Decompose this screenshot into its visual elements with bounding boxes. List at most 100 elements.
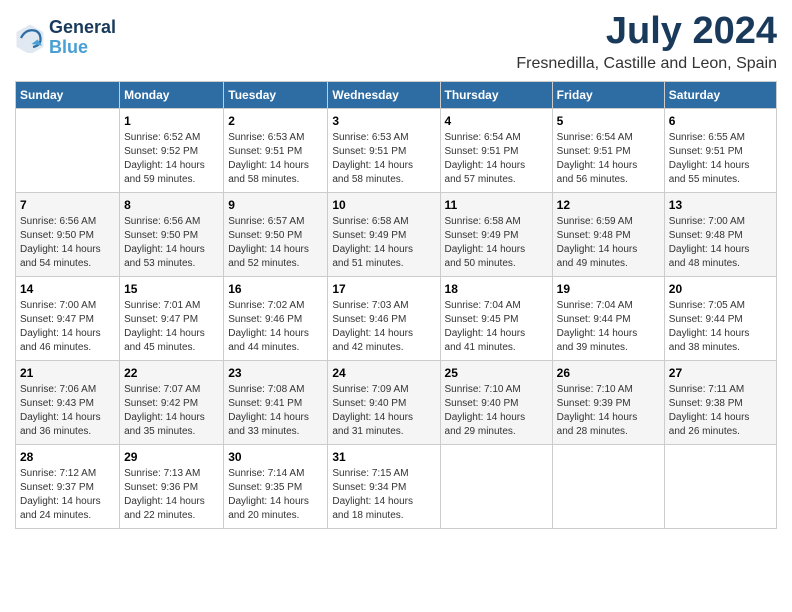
day-number: 23 xyxy=(228,366,323,380)
calendar-cell: 25 Sunrise: 7:10 AM Sunset: 9:40 PM Dayli… xyxy=(440,361,552,445)
day-number: 5 xyxy=(557,114,660,128)
header-wednesday: Wednesday xyxy=(328,82,440,109)
calendar-week-4: 21 Sunrise: 7:06 AM Sunset: 9:43 PM Dayli… xyxy=(16,361,777,445)
day-info: Sunrise: 7:15 AM Sunset: 9:34 PM Dayligh… xyxy=(332,467,435,523)
day-number: 24 xyxy=(332,366,435,380)
day-number: 3 xyxy=(332,114,435,128)
calendar-cell xyxy=(16,109,120,193)
header-monday: Monday xyxy=(120,82,224,109)
day-number: 11 xyxy=(445,198,548,212)
day-number: 13 xyxy=(669,198,772,212)
day-number: 27 xyxy=(669,366,772,380)
subtitle: Fresnedilla, Castille and Leon, Spain xyxy=(516,55,777,73)
title-area: July 2024 Fresnedilla, Castille and Leon… xyxy=(516,10,777,73)
day-number: 25 xyxy=(445,366,548,380)
header-saturday: Saturday xyxy=(664,82,776,109)
day-info: Sunrise: 6:58 AM Sunset: 9:49 PM Dayligh… xyxy=(445,215,548,271)
day-info: Sunrise: 7:05 AM Sunset: 9:44 PM Dayligh… xyxy=(669,299,772,355)
day-info: Sunrise: 6:57 AM Sunset: 9:50 PM Dayligh… xyxy=(228,215,323,271)
calendar-cell xyxy=(440,445,552,529)
calendar-cell: 29 Sunrise: 7:13 AM Sunset: 9:36 PM Dayli… xyxy=(120,445,224,529)
day-info: Sunrise: 7:11 AM Sunset: 9:38 PM Dayligh… xyxy=(669,383,772,439)
calendar-cell: 8Sunrise: 6:56 AM Sunset: 9:50 PM Daylig… xyxy=(120,193,224,277)
calendar-cell: 26Sunrise: 7:10 AM Sunset: 9:39 PM Dayli… xyxy=(552,361,664,445)
day-info: Sunrise: 7:10 AM Sunset: 9:40 PM Dayligh… xyxy=(445,383,548,439)
calendar-cell: 4Sunrise: 6:54 AM Sunset: 9:51 PM Daylig… xyxy=(440,109,552,193)
day-number: 19 xyxy=(557,282,660,296)
day-number: 31 xyxy=(332,450,435,464)
calendar-cell: 2 Sunrise: 6:53 AM Sunset: 9:51 PM Daylig… xyxy=(224,109,328,193)
day-number: 17 xyxy=(332,282,435,296)
day-info: Sunrise: 7:00 AM Sunset: 9:48 PM Dayligh… xyxy=(669,215,772,271)
calendar-cell: 23 Sunrise: 7:08 AM Sunset: 9:41 PM Dayli… xyxy=(224,361,328,445)
calendar-cell xyxy=(664,445,776,529)
calendar-week-2: 7Sunrise: 6:56 AM Sunset: 9:50 PM Daylig… xyxy=(16,193,777,277)
calendar-cell: 14 Sunrise: 7:00 AM Sunset: 9:47 PM Dayli… xyxy=(16,277,120,361)
calendar-cell: 19 Sunrise: 7:04 AM Sunset: 9:44 PM Dayli… xyxy=(552,277,664,361)
calendar-cell: 24 Sunrise: 7:09 AM Sunset: 9:40 PM Dayli… xyxy=(328,361,440,445)
calendar-cell: 5 Sunrise: 6:54 AM Sunset: 9:51 PM Daylig… xyxy=(552,109,664,193)
header-friday: Friday xyxy=(552,82,664,109)
day-info: Sunrise: 7:02 AM Sunset: 9:46 PM Dayligh… xyxy=(228,299,323,355)
logo-text: GeneralBlue xyxy=(49,18,116,58)
day-number: 30 xyxy=(228,450,323,464)
day-number: 10 xyxy=(332,198,435,212)
calendar-cell: 27 Sunrise: 7:11 AM Sunset: 9:38 PM Dayli… xyxy=(664,361,776,445)
day-info: Sunrise: 7:00 AM Sunset: 9:47 PM Dayligh… xyxy=(20,299,115,355)
day-number: 28 xyxy=(20,450,115,464)
calendar-cell: 12 Sunrise: 6:59 AM Sunset: 9:48 PM Dayli… xyxy=(552,193,664,277)
logo: GeneralBlue xyxy=(15,18,116,58)
day-info: Sunrise: 7:09 AM Sunset: 9:40 PM Dayligh… xyxy=(332,383,435,439)
day-info: Sunrise: 7:13 AM Sunset: 9:36 PM Dayligh… xyxy=(124,467,219,523)
calendar-week-5: 28 Sunrise: 7:12 AM Sunset: 9:37 PM Dayli… xyxy=(16,445,777,529)
day-info: Sunrise: 7:06 AM Sunset: 9:43 PM Dayligh… xyxy=(20,383,115,439)
day-info: Sunrise: 7:03 AM Sunset: 9:46 PM Dayligh… xyxy=(332,299,435,355)
day-info: Sunrise: 6:58 AM Sunset: 9:49 PM Dayligh… xyxy=(332,215,435,271)
header-tuesday: Tuesday xyxy=(224,82,328,109)
day-info: Sunrise: 7:01 AM Sunset: 9:47 PM Dayligh… xyxy=(124,299,219,355)
calendar-cell: 17 Sunrise: 7:03 AM Sunset: 9:46 PM Dayli… xyxy=(328,277,440,361)
day-number: 18 xyxy=(445,282,548,296)
day-info: Sunrise: 7:14 AM Sunset: 9:35 PM Dayligh… xyxy=(228,467,323,523)
day-info: Sunrise: 6:53 AM Sunset: 9:51 PM Dayligh… xyxy=(228,131,323,187)
day-info: Sunrise: 7:12 AM Sunset: 9:37 PM Dayligh… xyxy=(20,467,115,523)
header-row: Sunday Monday Tuesday Wednesday Thursday… xyxy=(16,82,777,109)
calendar-cell: 7Sunrise: 6:56 AM Sunset: 9:50 PM Daylig… xyxy=(16,193,120,277)
day-info: Sunrise: 6:54 AM Sunset: 9:51 PM Dayligh… xyxy=(445,131,548,187)
day-info: Sunrise: 7:10 AM Sunset: 9:39 PM Dayligh… xyxy=(557,383,660,439)
day-info: Sunrise: 7:04 AM Sunset: 9:45 PM Dayligh… xyxy=(445,299,548,355)
calendar-cell: 30 Sunrise: 7:14 AM Sunset: 9:35 PM Dayli… xyxy=(224,445,328,529)
page-header: GeneralBlue July 2024 Fresnedilla, Casti… xyxy=(15,10,777,73)
header-sunday: Sunday xyxy=(16,82,120,109)
calendar-cell: 1Sunrise: 6:52 AM Sunset: 9:52 PM Daylig… xyxy=(120,109,224,193)
calendar-cell: 11 Sunrise: 6:58 AM Sunset: 9:49 PM Dayli… xyxy=(440,193,552,277)
calendar-cell: 28 Sunrise: 7:12 AM Sunset: 9:37 PM Dayli… xyxy=(16,445,120,529)
day-number: 6 xyxy=(669,114,772,128)
day-number: 21 xyxy=(20,366,115,380)
calendar-cell: 9 Sunrise: 6:57 AM Sunset: 9:50 PM Daylig… xyxy=(224,193,328,277)
calendar-cell xyxy=(552,445,664,529)
main-title: July 2024 xyxy=(516,10,777,53)
calendar-table: Sunday Monday Tuesday Wednesday Thursday… xyxy=(15,81,777,529)
calendar-cell: 10 Sunrise: 6:58 AM Sunset: 9:49 PM Dayli… xyxy=(328,193,440,277)
day-number: 7 xyxy=(20,198,115,212)
day-info: Sunrise: 6:59 AM Sunset: 9:48 PM Dayligh… xyxy=(557,215,660,271)
calendar-week-3: 14 Sunrise: 7:00 AM Sunset: 9:47 PM Dayli… xyxy=(16,277,777,361)
calendar-cell: 13 Sunrise: 7:00 AM Sunset: 9:48 PM Dayli… xyxy=(664,193,776,277)
day-info: Sunrise: 6:55 AM Sunset: 9:51 PM Dayligh… xyxy=(669,131,772,187)
day-number: 14 xyxy=(20,282,115,296)
calendar-cell: 3Sunrise: 6:53 AM Sunset: 9:51 PM Daylig… xyxy=(328,109,440,193)
day-number: 16 xyxy=(228,282,323,296)
header-thursday: Thursday xyxy=(440,82,552,109)
day-number: 22 xyxy=(124,366,219,380)
day-info: Sunrise: 7:08 AM Sunset: 9:41 PM Dayligh… xyxy=(228,383,323,439)
day-number: 12 xyxy=(557,198,660,212)
calendar-cell: 18 Sunrise: 7:04 AM Sunset: 9:45 PM Dayli… xyxy=(440,277,552,361)
day-number: 2 xyxy=(228,114,323,128)
day-info: Sunrise: 6:54 AM Sunset: 9:51 PM Dayligh… xyxy=(557,131,660,187)
day-info: Sunrise: 7:04 AM Sunset: 9:44 PM Dayligh… xyxy=(557,299,660,355)
day-number: 29 xyxy=(124,450,219,464)
day-number: 20 xyxy=(669,282,772,296)
day-number: 9 xyxy=(228,198,323,212)
day-info: Sunrise: 6:52 AM Sunset: 9:52 PM Dayligh… xyxy=(124,131,219,187)
